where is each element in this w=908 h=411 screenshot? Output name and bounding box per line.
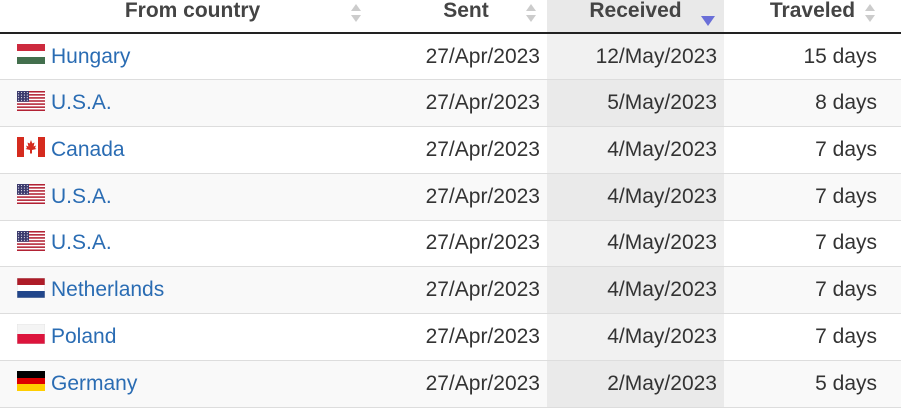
country-cell: U.S.A.	[0, 173, 385, 221]
sent-cell: 27/Apr/2023	[385, 220, 547, 268]
netherlands-flag-icon	[17, 277, 45, 298]
country-cell: Netherlands	[0, 266, 385, 314]
sent-cell: 27/Apr/2023	[385, 313, 547, 361]
sort-descending-icon[interactable]	[701, 10, 715, 26]
table-row: Germany 27/Apr/2023 2/May/2023 5 days	[0, 360, 901, 408]
table-row: Poland 27/Apr/2023 4/May/2023 7 days	[0, 313, 901, 361]
table-row: Canada 27/Apr/2023 4/May/2023 7 days	[0, 126, 901, 174]
usa-flag-icon	[17, 230, 45, 251]
table-row: Hungary 27/Apr/2023 12/May/2023 15 days	[0, 33, 901, 81]
country-link[interactable]: U.S.A.	[51, 185, 112, 208]
column-header-sent[interactable]: Sent	[385, 0, 547, 34]
hungary-flag-icon	[17, 44, 45, 65]
table-row: U.S.A. 27/Apr/2023 5/May/2023 8 days	[0, 79, 901, 127]
received-cell: 2/May/2023	[547, 360, 724, 408]
usa-flag-icon	[17, 184, 45, 205]
received-cell: 4/May/2023	[547, 313, 724, 361]
table-row: U.S.A. 27/Apr/2023 4/May/2023 7 days	[0, 173, 901, 221]
country-link[interactable]: Germany	[51, 372, 137, 395]
sent-cell: 27/Apr/2023	[385, 173, 547, 221]
country-link[interactable]: Hungary	[51, 45, 130, 68]
country-cell: U.S.A.	[0, 79, 385, 127]
traveled-cell: 7 days	[724, 313, 901, 361]
country-link[interactable]: U.S.A.	[51, 91, 112, 114]
country-link[interactable]: Poland	[51, 325, 116, 348]
column-header-label: Traveled	[769, 0, 856, 22]
sent-cell: 27/Apr/2023	[385, 126, 547, 174]
sent-cell: 27/Apr/2023	[385, 266, 547, 314]
sent-cell: 27/Apr/2023	[385, 33, 547, 81]
column-header-label: From country	[124, 0, 261, 22]
received-cell: 4/May/2023	[547, 266, 724, 314]
usa-flag-icon	[17, 90, 45, 111]
table-header: From country Sent Received Traveled	[0, 0, 901, 34]
country-cell: Poland	[0, 313, 385, 361]
received-cell: 4/May/2023	[547, 126, 724, 174]
received-cell: 4/May/2023	[547, 173, 724, 221]
sort-both-icon[interactable]	[864, 2, 876, 24]
country-cell: U.S.A.	[0, 220, 385, 268]
column-header-label: Received	[589, 0, 682, 22]
traveled-cell: 15 days	[724, 33, 901, 81]
received-cell: 4/May/2023	[547, 220, 724, 268]
poland-flag-icon	[17, 324, 45, 345]
country-link[interactable]: U.S.A.	[51, 231, 112, 254]
postcards-table: From country Sent Received Traveled Hung…	[0, 0, 901, 408]
country-cell: Canada	[0, 126, 385, 174]
traveled-cell: 7 days	[724, 126, 901, 174]
received-cell: 5/May/2023	[547, 79, 724, 127]
canada-flag-icon	[17, 137, 45, 158]
sort-both-icon[interactable]	[350, 2, 362, 24]
traveled-cell: 7 days	[724, 173, 901, 221]
table-row: Netherlands 27/Apr/2023 4/May/2023 7 day…	[0, 266, 901, 314]
traveled-cell: 7 days	[724, 266, 901, 314]
table-row: U.S.A. 27/Apr/2023 4/May/2023 7 days	[0, 220, 901, 268]
column-header-from-country[interactable]: From country	[0, 0, 385, 34]
received-cell: 12/May/2023	[547, 33, 724, 81]
traveled-cell: 7 days	[724, 220, 901, 268]
sent-cell: 27/Apr/2023	[385, 360, 547, 408]
country-link[interactable]: Canada	[51, 138, 125, 161]
sent-cell: 27/Apr/2023	[385, 79, 547, 127]
column-header-traveled[interactable]: Traveled	[724, 0, 901, 34]
table-body: Hungary 27/Apr/2023 12/May/2023 15 days …	[0, 33, 901, 408]
column-header-received[interactable]: Received	[547, 0, 724, 34]
traveled-cell: 5 days	[724, 360, 901, 408]
country-cell: Germany	[0, 360, 385, 408]
header-row: From country Sent Received Traveled	[0, 0, 901, 34]
traveled-cell: 8 days	[724, 79, 901, 127]
germany-flag-icon	[17, 371, 45, 392]
sort-both-icon[interactable]	[525, 2, 537, 24]
column-header-label: Sent	[443, 0, 489, 22]
country-cell: Hungary	[0, 33, 385, 81]
country-link[interactable]: Netherlands	[51, 278, 164, 301]
